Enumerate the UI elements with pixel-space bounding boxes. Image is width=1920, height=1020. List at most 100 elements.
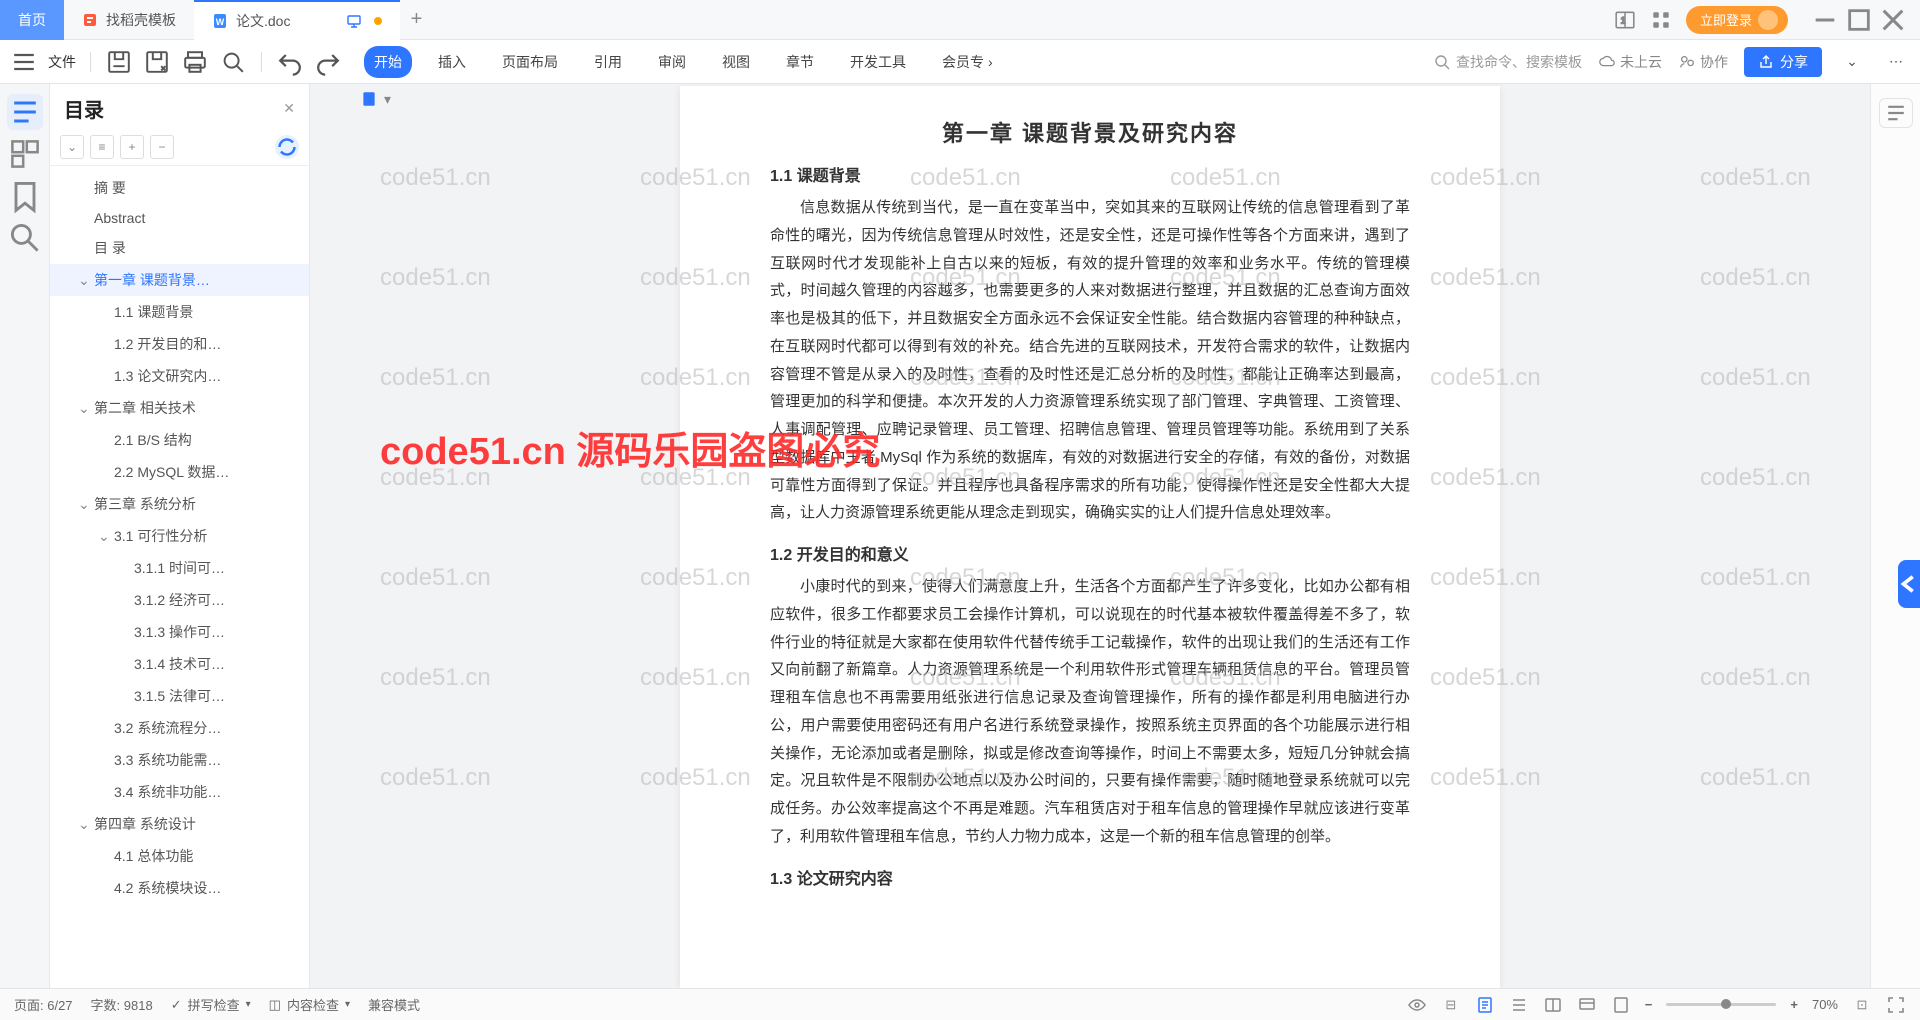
toc-item[interactable]: 3.1.3 操作可… bbox=[50, 616, 309, 648]
ribbon-视图[interactable]: 视图 bbox=[712, 46, 760, 78]
rail-bookmark[interactable] bbox=[7, 178, 43, 214]
toc-item[interactable]: ⌄第三章 系统分析 bbox=[50, 488, 309, 520]
watermark: code51.cn bbox=[1700, 664, 1811, 692]
toc-item[interactable]: Abstract bbox=[50, 204, 309, 232]
share-button[interactable]: 分享 bbox=[1744, 47, 1822, 77]
eye-icon[interactable] bbox=[1407, 995, 1427, 1015]
page-marker-icon[interactable] bbox=[360, 90, 378, 108]
rail-search[interactable] bbox=[7, 220, 43, 256]
toc-item[interactable]: ⌄第一章 课题背景… bbox=[50, 264, 309, 296]
toc-item[interactable]: 3.4 系统非功能… bbox=[50, 776, 309, 808]
chevron-down-icon[interactable]: ⌄ bbox=[1838, 48, 1866, 76]
menu-icon[interactable] bbox=[10, 48, 38, 76]
cloud-status[interactable]: 未上云 bbox=[1598, 52, 1662, 72]
undo-icon[interactable] bbox=[276, 48, 304, 76]
print-icon[interactable] bbox=[181, 48, 209, 76]
close-icon[interactable]: ✕ bbox=[283, 100, 295, 117]
collab-label: 协作 bbox=[1700, 52, 1728, 72]
view-outline-icon[interactable] bbox=[1509, 995, 1529, 1015]
dropdown-icon[interactable]: ▾ bbox=[384, 91, 391, 108]
command-search[interactable]: 查找命令、搜索模板 bbox=[1434, 52, 1582, 72]
toggle-panel-icon[interactable] bbox=[1879, 98, 1913, 128]
tab-home[interactable]: 首页 bbox=[0, 0, 64, 40]
status-page[interactable]: 页面: 6/27 bbox=[14, 995, 73, 1014]
toc-label: 摘 要 bbox=[94, 178, 126, 198]
doc-icon: W bbox=[212, 13, 228, 29]
toc-item[interactable]: 3.1.2 经济可… bbox=[50, 584, 309, 616]
present-icon[interactable] bbox=[346, 13, 362, 29]
toc-item[interactable]: 2.2 MySQL 数据… bbox=[50, 456, 309, 488]
toc-item[interactable]: 4.2 系统模块设… bbox=[50, 872, 309, 904]
close-button[interactable] bbox=[1878, 6, 1908, 34]
content-check[interactable]: ◫内容检查 ▾ bbox=[269, 995, 350, 1014]
toc-item[interactable]: 4.1 总体功能 bbox=[50, 840, 309, 872]
maximize-button[interactable] bbox=[1844, 6, 1874, 34]
ribbon-页面布局[interactable]: 页面布局 bbox=[492, 46, 568, 78]
apps-icon[interactable] bbox=[1650, 9, 1672, 31]
ribbon-开发工具[interactable]: 开发工具 bbox=[840, 46, 916, 78]
fit-width-icon[interactable]: ⊡ bbox=[1852, 995, 1872, 1015]
new-tab-button[interactable]: + bbox=[400, 8, 432, 31]
compat-mode[interactable]: 兼容模式 bbox=[368, 995, 420, 1014]
view-read-icon[interactable] bbox=[1543, 995, 1563, 1015]
save-as-icon[interactable] bbox=[143, 48, 171, 76]
fullscreen-icon[interactable] bbox=[1886, 995, 1906, 1015]
ribbon-插入[interactable]: 插入 bbox=[428, 46, 476, 78]
collab-button[interactable]: 协作 bbox=[1678, 52, 1728, 72]
zoom-out[interactable]: − bbox=[1645, 997, 1653, 1012]
toc-item[interactable]: ⌄第四章 系统设计 bbox=[50, 808, 309, 840]
refresh-icon[interactable] bbox=[275, 135, 299, 159]
zoom-value[interactable]: 70% bbox=[1812, 997, 1838, 1012]
file-menu[interactable]: 文件 bbox=[48, 52, 76, 72]
tab-document[interactable]: W 论文.doc bbox=[194, 0, 400, 40]
save-icon[interactable] bbox=[105, 48, 133, 76]
ruler-icon[interactable]: ⊟ bbox=[1441, 995, 1461, 1015]
toc-item[interactable]: 3.1.5 法律可… bbox=[50, 680, 309, 712]
toc-item[interactable]: 3.2 系统流程分… bbox=[50, 712, 309, 744]
toc-item[interactable]: 1.1 课题背景 bbox=[50, 296, 309, 328]
expand-all-icon[interactable]: ≡ bbox=[90, 135, 114, 159]
ribbon-审阅[interactable]: 审阅 bbox=[648, 46, 696, 78]
toc-item[interactable]: 3.1.1 时间可… bbox=[50, 552, 309, 584]
toc-item[interactable]: 2.1 B/S 结构 bbox=[50, 424, 309, 456]
view-page-icon[interactable] bbox=[1475, 995, 1495, 1015]
add-heading-icon[interactable]: + bbox=[120, 135, 144, 159]
toc-item[interactable]: 目 录 bbox=[50, 232, 309, 264]
tab-templates[interactable]: 找稻壳模板 bbox=[64, 0, 194, 40]
minimize-button[interactable] bbox=[1810, 6, 1840, 34]
zoom-in[interactable]: + bbox=[1790, 997, 1798, 1012]
toc-label: Abstract bbox=[94, 210, 145, 226]
spell-check[interactable]: ✓拼写检查 ▾ bbox=[171, 995, 251, 1014]
toc-item[interactable]: 摘 要 bbox=[50, 172, 309, 204]
toc-item[interactable]: ⌄3.1 可行性分析 bbox=[50, 520, 309, 552]
outline-panel: 目录 ✕ ⌄ ≡ + − 摘 要Abstract目 录⌄第一章 课题背景…1.1… bbox=[50, 84, 310, 988]
redo-icon[interactable] bbox=[314, 48, 342, 76]
status-words[interactable]: 字数: 9818 bbox=[91, 995, 153, 1014]
toc-label: 3.2 系统流程分… bbox=[114, 718, 221, 738]
view-web-icon[interactable] bbox=[1577, 995, 1597, 1015]
toc-item[interactable]: ⌄第二章 相关技术 bbox=[50, 392, 309, 424]
ribbon-引用[interactable]: 引用 bbox=[584, 46, 632, 78]
remove-heading-icon[interactable]: − bbox=[150, 135, 174, 159]
ribbon-开始[interactable]: 开始 bbox=[364, 46, 412, 78]
toc-list: 摘 要 Abstract 目 录⌄第一章 课题背景…1.1 课题背景1.2 开发目的… bbox=[50, 166, 309, 988]
toc-item[interactable]: 1.3 论文研究内… bbox=[50, 360, 309, 392]
print-preview-icon[interactable] bbox=[219, 48, 247, 76]
collapse-all-icon[interactable]: ⌄ bbox=[60, 135, 84, 159]
toc-item[interactable]: 3.1.4 技术可… bbox=[50, 648, 309, 680]
watermark: code51.cn bbox=[380, 264, 491, 292]
rail-thumbnails[interactable] bbox=[7, 136, 43, 172]
split-icon[interactable]: 1 bbox=[1614, 9, 1636, 31]
rail-outline[interactable] bbox=[7, 94, 43, 130]
view-settings-icon[interactable] bbox=[1611, 995, 1631, 1015]
ribbon-member[interactable]: 会员专› bbox=[932, 46, 1003, 78]
zoom-slider[interactable] bbox=[1666, 1003, 1776, 1006]
toc-item[interactable]: 3.3 系统功能需… bbox=[50, 744, 309, 776]
toc-item[interactable]: 1.2 开发目的和… bbox=[50, 328, 309, 360]
document-area[interactable]: ▾ 第一章 课题背景及研究内容 1.1 课题背景 信息数据从传统到当代，是一直在… bbox=[310, 84, 1870, 988]
flyout-handle[interactable] bbox=[1898, 560, 1920, 608]
paragraph: 小康时代的到来，使得人们满意度上升，生活各个方面都产生了许多变化，比如办公都有相… bbox=[770, 573, 1410, 851]
more-icon[interactable]: ⋯ bbox=[1882, 48, 1910, 76]
ribbon-章节[interactable]: 章节 bbox=[776, 46, 824, 78]
login-button[interactable]: 立即登录 bbox=[1686, 6, 1788, 34]
